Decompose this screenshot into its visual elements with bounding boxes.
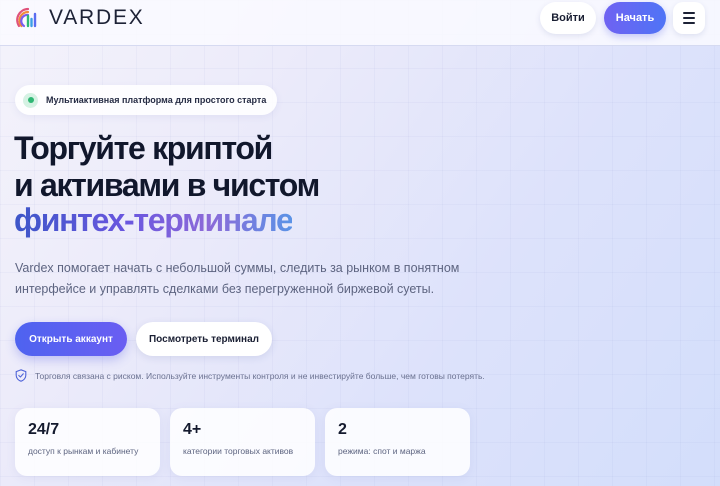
- risk-disclaimer: Торговля связана с риском. Используйте и…: [15, 369, 485, 382]
- platform-badge: Мультиактивная платформа для простого ст…: [15, 85, 277, 115]
- menu-button[interactable]: [673, 2, 705, 34]
- stat-card-categories: 4+ категории торговых активов: [170, 408, 315, 476]
- shield-check-icon: [15, 369, 27, 382]
- hamburger-menu-icon-line: [683, 17, 695, 19]
- stat-value: 4+: [183, 421, 202, 438]
- start-button[interactable]: Начать: [604, 2, 666, 34]
- stat-label: режима: спот и маржа: [338, 446, 426, 456]
- stat-card-access: 24/7 доступ к рынкам и кабинету: [15, 408, 160, 476]
- brand-name: VARDEX: [49, 6, 145, 29]
- stat-label: категории торговых активов: [183, 446, 294, 456]
- headline-line-2: и активами в чистом: [14, 167, 320, 203]
- status-dot-icon: [23, 92, 38, 108]
- hero-description: Vardex помогает начать с небольшой суммы…: [15, 261, 460, 296]
- stat-card-modes: 2 режима: спот и маржа: [325, 408, 470, 476]
- stat-value: 2: [338, 421, 347, 438]
- headline-line-1: Торгуйте криптой: [14, 130, 273, 166]
- brand-logo[interactable]: VARDEX: [14, 4, 145, 32]
- stat-value: 24/7: [28, 421, 60, 438]
- open-account-button[interactable]: Открыть аккаунт: [15, 322, 127, 356]
- top-header: VARDEX Войти Начать: [0, 0, 720, 46]
- headline-accent: финтех-терминале: [14, 202, 294, 238]
- hamburger-menu-icon: [683, 12, 695, 14]
- vardex-logo-icon: [16, 7, 37, 28]
- badge-text: Мультиактивная платформа для простого ст…: [46, 95, 267, 105]
- stat-label: доступ к рынкам и кабинету: [28, 446, 139, 456]
- login-button[interactable]: Войти: [540, 2, 596, 34]
- view-terminal-button[interactable]: Посмотреть терминал: [136, 322, 272, 356]
- risk-text: Торговля связана с риском. Используйте и…: [35, 370, 485, 381]
- hamburger-menu-icon-line: [683, 22, 695, 24]
